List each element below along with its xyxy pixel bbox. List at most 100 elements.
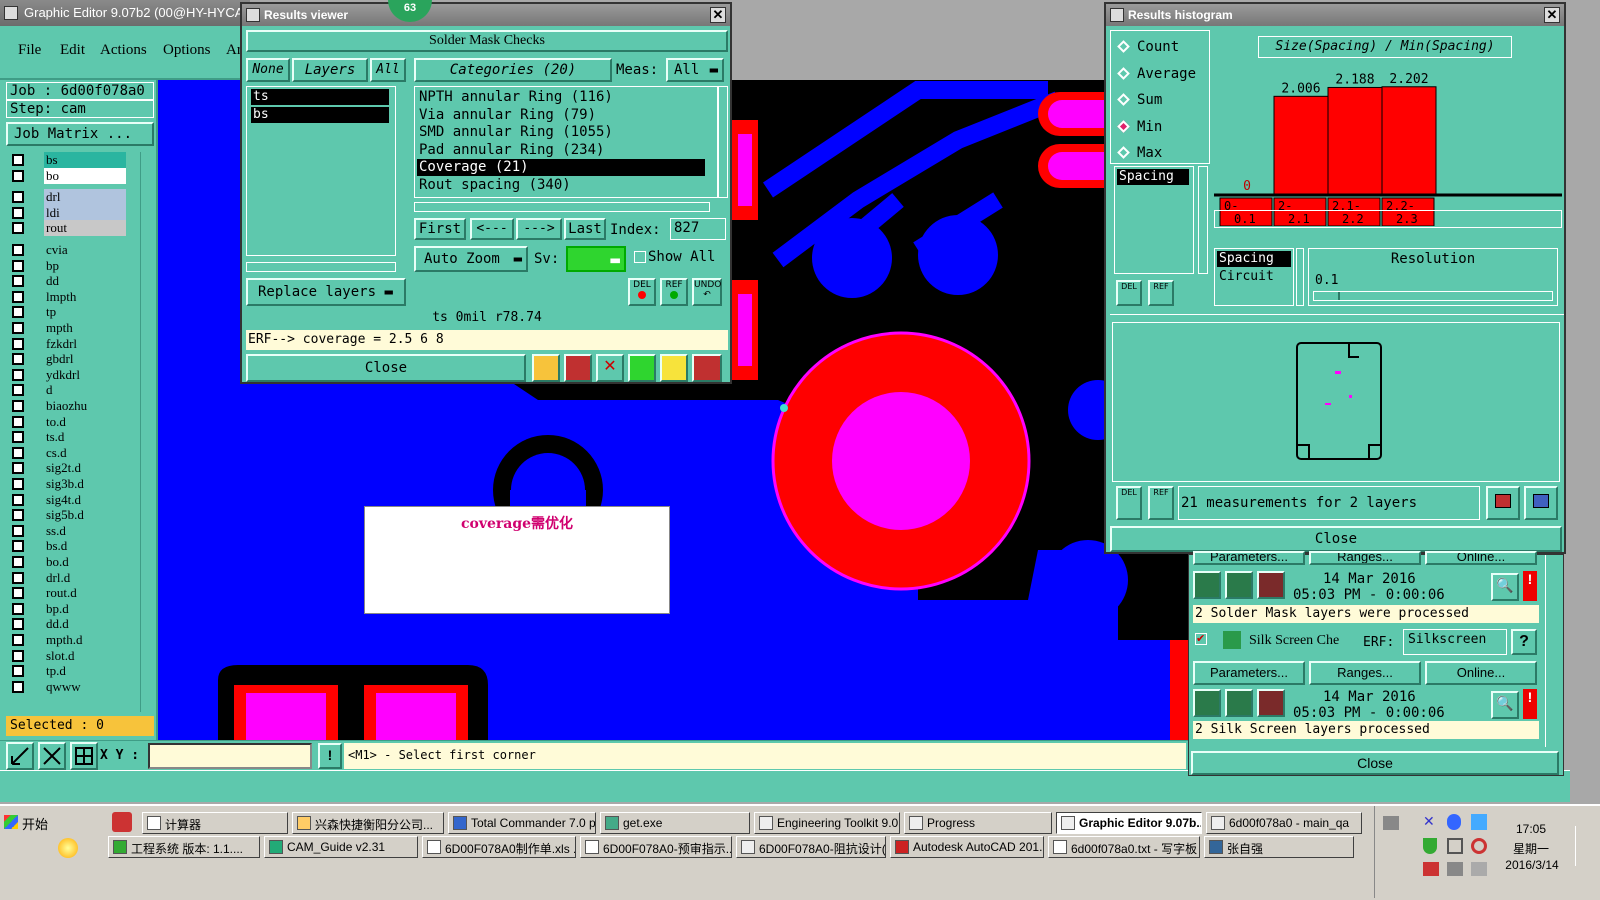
layer-row[interactable]: ts.d	[10, 429, 126, 446]
ranges-button-2[interactable]: Ranges...	[1309, 661, 1421, 685]
layer-checkbox[interactable]	[12, 154, 24, 166]
grid-tool[interactable]	[70, 742, 98, 770]
layer-checkbox[interactable]	[12, 602, 24, 615]
chart-hscroll[interactable]	[1214, 210, 1562, 228]
layer-name[interactable]: bs.d	[44, 538, 126, 555]
layer-name[interactable]: bp.d	[44, 600, 126, 617]
layer-checkbox[interactable]	[12, 290, 24, 303]
layer-row[interactable]: slot.d	[10, 647, 126, 664]
shield-icon[interactable]	[1423, 838, 1437, 854]
hist-del-button[interactable]: DEL	[1116, 280, 1142, 306]
list-item[interactable]: bs	[251, 107, 389, 123]
layer-name[interactable]: sig4t.d	[44, 491, 126, 508]
step-field[interactable]: Step: cam	[6, 100, 154, 118]
close-icon[interactable]: ✕	[710, 7, 726, 23]
layer-name[interactable]: sig5b.d	[44, 507, 126, 524]
histogram-bar[interactable]	[1273, 95, 1329, 195]
layer-row[interactable]: drl.d	[10, 569, 126, 586]
layer-scrollbar[interactable]	[140, 152, 154, 712]
run-icon-6[interactable]	[1257, 689, 1285, 717]
taskbar-button[interactable]: get.exe	[600, 812, 750, 834]
layer-checkbox[interactable]	[12, 634, 24, 646]
layer-name[interactable]: tp.d	[44, 663, 126, 680]
tab-layers[interactable]: Layers	[292, 58, 368, 82]
layer-name[interactable]: bo.d	[44, 554, 126, 570]
measure-scrollbar[interactable]	[1198, 166, 1208, 274]
ref-button[interactable]: REF	[660, 278, 688, 306]
list-item[interactable]: Circuit	[1217, 269, 1291, 285]
menu-options[interactable]: Options	[163, 42, 211, 59]
categories-tab[interactable]: Categories (20)	[414, 58, 612, 82]
monitor-icon[interactable]	[1447, 838, 1463, 854]
taskbar-button[interactable]: 6D00F078A0制作单.xls ...	[422, 836, 576, 858]
layer-checkbox[interactable]	[12, 400, 24, 412]
layer-name[interactable]: fzkdrl	[44, 335, 126, 352]
zoom-tool-2[interactable]	[38, 742, 66, 770]
qa-close-button[interactable]: Close	[1191, 751, 1559, 775]
category-item[interactable]: NPTH annular Ring (116)	[417, 89, 705, 106]
layer-name[interactable]: qwww	[44, 678, 126, 695]
run-icon-3[interactable]	[1257, 571, 1285, 599]
show-all-checkbox[interactable]	[634, 251, 646, 263]
taskbar-button[interactable]: Graphic Editor 9.07b...	[1056, 812, 1202, 834]
layer-row[interactable]: bo.d	[10, 554, 126, 570]
online-button[interactable]: Online...	[1425, 551, 1537, 565]
taskbar-button[interactable]: 6D00F078A0-预审指示....	[580, 836, 732, 858]
hist-ref-button[interactable]: REF	[1148, 280, 1174, 306]
layer-name[interactable]: rout.d	[44, 585, 126, 602]
alert-button[interactable]: !	[318, 743, 342, 769]
layer-name[interactable]: to.d	[44, 413, 126, 430]
auto-zoom-dropdown[interactable]: Auto Zoom ▬	[414, 246, 528, 272]
layer-checkbox[interactable]	[12, 493, 24, 506]
layer-row[interactable]: mpth	[10, 320, 126, 336]
job-matrix-button[interactable]: Job Matrix ...	[6, 122, 154, 146]
layer-row[interactable]: bo	[10, 167, 126, 184]
radio-diamond-icon[interactable]	[1117, 93, 1130, 106]
layer-row[interactable]: to.d	[10, 413, 126, 430]
layer-checkbox[interactable]	[12, 169, 24, 182]
radio-diamond-icon[interactable]	[1117, 40, 1130, 53]
preview-ref-button[interactable]: REF	[1148, 486, 1174, 520]
layer-row[interactable]: ss.d	[10, 522, 126, 539]
radio-diamond-icon[interactable]	[1117, 146, 1130, 159]
layer-checkbox[interactable]	[12, 587, 24, 600]
layer-checkbox[interactable]	[12, 353, 24, 366]
chart-print-icon[interactable]	[1524, 486, 1558, 520]
resolution-slider[interactable]	[1313, 291, 1553, 301]
zoom-result-icon[interactable]: 🔍	[1491, 573, 1519, 601]
layer-checkbox[interactable]	[12, 571, 24, 584]
network-icon[interactable]	[1471, 814, 1487, 830]
layer-row[interactable]: dd	[10, 273, 126, 290]
category-item[interactable]: Pad annular Ring (234)	[417, 142, 705, 159]
histogram-icon[interactable]	[692, 354, 722, 382]
layer-row[interactable]: ydkdrl	[10, 366, 126, 383]
layer-checkbox[interactable]	[12, 540, 24, 553]
run-icon-2[interactable]	[1225, 571, 1253, 599]
layer-row[interactable]: rout.d	[10, 585, 126, 602]
layer-checkbox[interactable]	[12, 478, 24, 490]
layer-name[interactable]: cvia	[44, 242, 126, 258]
taskbar-button[interactable]: 6d00f078a0 - main_qa	[1206, 812, 1362, 834]
chart-export-icon[interactable]	[1486, 486, 1520, 520]
index-input[interactable]: 827	[670, 218, 726, 240]
layer-name[interactable]: bs	[44, 152, 126, 168]
tool-icon-1[interactable]	[532, 354, 560, 382]
layer-row[interactable]: sig5b.d	[10, 507, 126, 524]
first-button[interactable]: First	[414, 218, 466, 240]
layer-checkbox[interactable]	[12, 322, 24, 334]
hist-close-button[interactable]: Close	[1110, 526, 1562, 552]
layer-checkbox[interactable]	[12, 680, 24, 693]
close-icon[interactable]: ✕	[1544, 7, 1560, 23]
layer-row[interactable]: cs.d	[10, 444, 126, 461]
layer-name[interactable]: sig3b.d	[44, 476, 126, 492]
layer-row[interactable]: tp.d	[10, 663, 126, 680]
option-sum[interactable]: Sum	[1115, 90, 1207, 110]
option-count[interactable]: Count	[1115, 37, 1207, 57]
layer-checkbox[interactable]	[12, 556, 24, 568]
layer-checkbox[interactable]	[12, 222, 24, 235]
layer-name[interactable]: rout	[44, 220, 126, 237]
category-item[interactable]: Rout spacing (340)	[417, 177, 705, 194]
layer-name[interactable]: ss.d	[44, 522, 126, 539]
option-min[interactable]: Min	[1115, 117, 1207, 137]
layer-name[interactable]: d	[44, 382, 126, 399]
